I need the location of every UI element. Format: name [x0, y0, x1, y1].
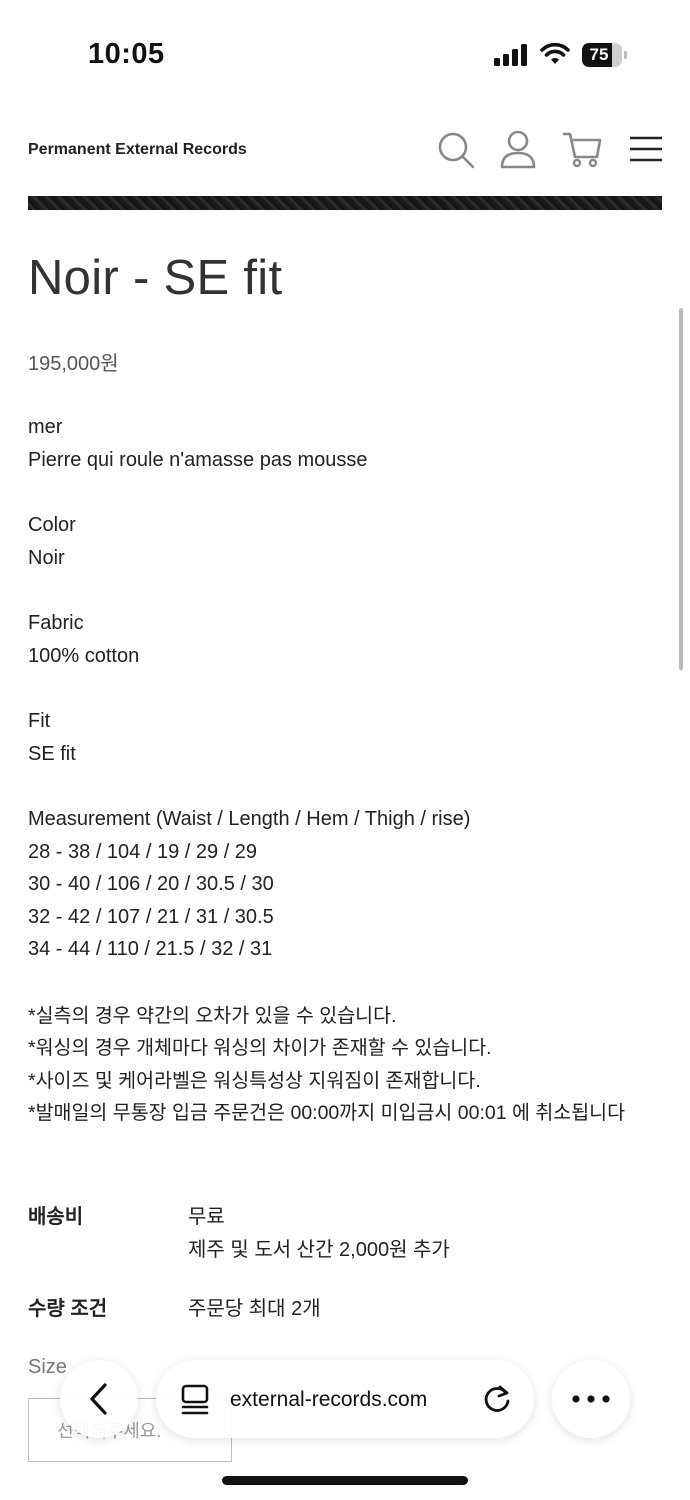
- product-price: 195,000원: [28, 353, 119, 375]
- desc-line: Pierre qui roule n'amasse pas mousse: [28, 449, 368, 471]
- address-bar-url[interactable]: external-records.com: [230, 1388, 427, 1412]
- product-title: Noir - SE fit: [28, 251, 283, 305]
- quantity-value: 주문당 최대 2개: [188, 1298, 321, 1320]
- battery-icon: 75: [582, 43, 628, 67]
- cart-icon[interactable]: [562, 128, 602, 170]
- measurement-row: 28 - 38 / 104 / 19 / 29 / 29: [28, 841, 258, 863]
- shipping-extra: 제주 및 도서 산간 2,000원 추가: [188, 1239, 450, 1261]
- desc-line: Color: [28, 514, 76, 536]
- cellular-signal-icon: [494, 44, 530, 66]
- measurement-row: 34 - 44 / 110 / 21.5 / 32 / 31: [28, 938, 273, 960]
- chevron-left-icon: [90, 1383, 107, 1415]
- status-time: 10:05: [88, 38, 165, 70]
- notice-line: *사이즈 및 케어라벨은 워싱특성상 지워짐이 존재합니다.: [28, 1070, 481, 1092]
- measurement-header: Measurement (Waist / Length / Hem / Thig…: [28, 808, 471, 830]
- desc-line: Fit: [28, 710, 51, 732]
- home-indicator: [222, 1476, 468, 1485]
- shipping-value: 무료: [188, 1206, 225, 1228]
- measurement-row: 32 - 42 / 107 / 21 / 31 / 30.5: [28, 906, 274, 928]
- more-options-button[interactable]: [552, 1360, 630, 1438]
- measurement-row: 30 - 40 / 106 / 20 / 30.5 / 30: [28, 873, 274, 895]
- page-scrollbar[interactable]: [679, 308, 683, 670]
- wifi-icon: [540, 42, 570, 66]
- product-image-edge: [28, 196, 662, 210]
- search-icon[interactable]: [436, 128, 476, 170]
- reload-icon[interactable]: [482, 1384, 512, 1414]
- desc-line: 100% cotton: [28, 645, 140, 667]
- brand-logo-text[interactable]: Permanent External Records: [28, 141, 247, 159]
- desc-line: SE fit: [28, 743, 76, 765]
- desc-line: Fabric: [28, 612, 84, 634]
- notice-line: *워싱의 경우 개체마다 워싱의 차이가 존재할 수 있습니다.: [28, 1037, 492, 1059]
- reader-page-icon[interactable]: [180, 1384, 210, 1416]
- desc-line: Noir: [28, 547, 65, 569]
- notice-line: *발매일의 무통장 입금 주문건은 00:00까지 미입금시 00:01 에 취…: [28, 1102, 626, 1124]
- desc-line: mer: [28, 416, 63, 438]
- shipping-label: 배송비: [28, 1206, 84, 1228]
- user-icon[interactable]: [498, 128, 538, 170]
- battery-level: 75: [589, 45, 609, 64]
- back-button[interactable]: [60, 1360, 138, 1438]
- quantity-label: 수량 조건: [28, 1298, 108, 1320]
- ellipsis-icon: [572, 1395, 610, 1403]
- menu-icon[interactable]: [626, 128, 666, 170]
- size-label: Size: [28, 1356, 67, 1378]
- notice-line: *실측의 경우 약간의 오차가 있을 수 있습니다.: [28, 1005, 397, 1027]
